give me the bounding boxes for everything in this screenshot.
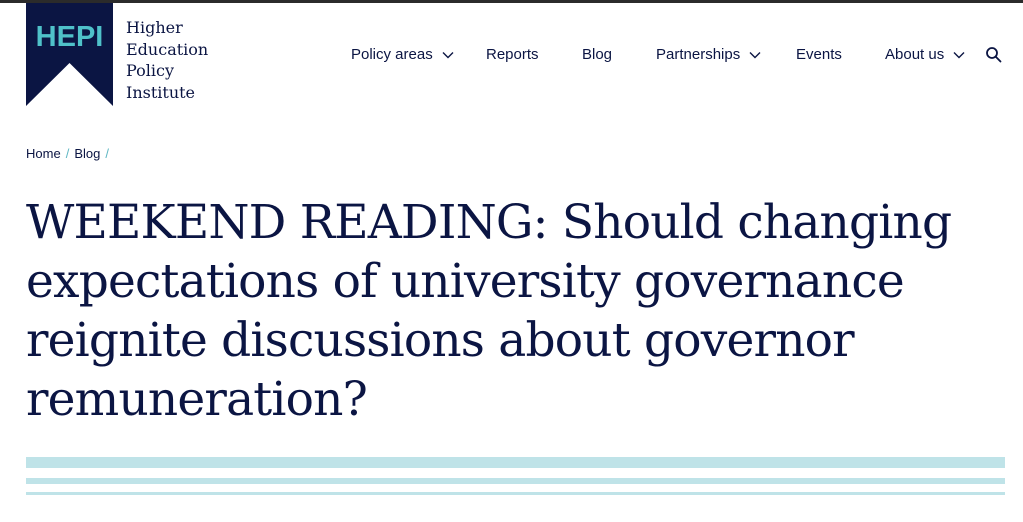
nav-item-events[interactable]: Events — [796, 46, 842, 63]
decorative-stripe — [26, 478, 1005, 484]
hepi-logo-mark: HEPI — [26, 3, 113, 106]
logo-line: Education — [126, 39, 209, 59]
nav-item-blog[interactable]: Blog — [582, 46, 612, 63]
chevron-down-icon — [749, 51, 761, 58]
search-icon[interactable] — [985, 46, 1003, 64]
decorative-stripe — [26, 457, 1005, 468]
nav-item-label: Reports — [486, 46, 539, 63]
nav-item-reports[interactable]: Reports — [486, 46, 539, 63]
nav-item-label: Blog — [582, 46, 613, 63]
chevron-down-icon — [953, 51, 965, 58]
nav-item-label: About us — [885, 46, 945, 63]
logo-line: Higher — [126, 18, 183, 37]
logo-line: Policy — [126, 61, 174, 80]
decorative-stripe — [26, 492, 1005, 495]
breadcrumb-separator: / — [65, 146, 70, 161]
page-title: WEEKEND READING: Should changing expecta… — [26, 195, 952, 427]
logo-wordmark: Higher Education Policy Institute — [126, 17, 208, 103]
nav-item-label: Events — [796, 46, 842, 63]
breadcrumb-separator: / — [105, 146, 109, 161]
breadcrumb: Home / Blog / — [26, 146, 114, 161]
nav-item-policy-areas[interactable]: Policy areas — [351, 46, 454, 63]
nav-item-about-us[interactable]: About us — [885, 46, 965, 63]
logo-mark-text: HEPI — [36, 21, 104, 53]
top-border — [0, 0, 1023, 3]
logo-line: Institute — [126, 82, 196, 102]
breadcrumb-blog[interactable]: Blog — [74, 146, 100, 161]
chevron-down-icon — [442, 51, 454, 58]
nav-item-label: Policy areas — [351, 46, 433, 63]
nav-item-partnerships[interactable]: Partnerships — [656, 46, 761, 63]
nav-item-label: Partnerships — [656, 46, 741, 63]
breadcrumb-home[interactable]: Home — [26, 146, 61, 161]
